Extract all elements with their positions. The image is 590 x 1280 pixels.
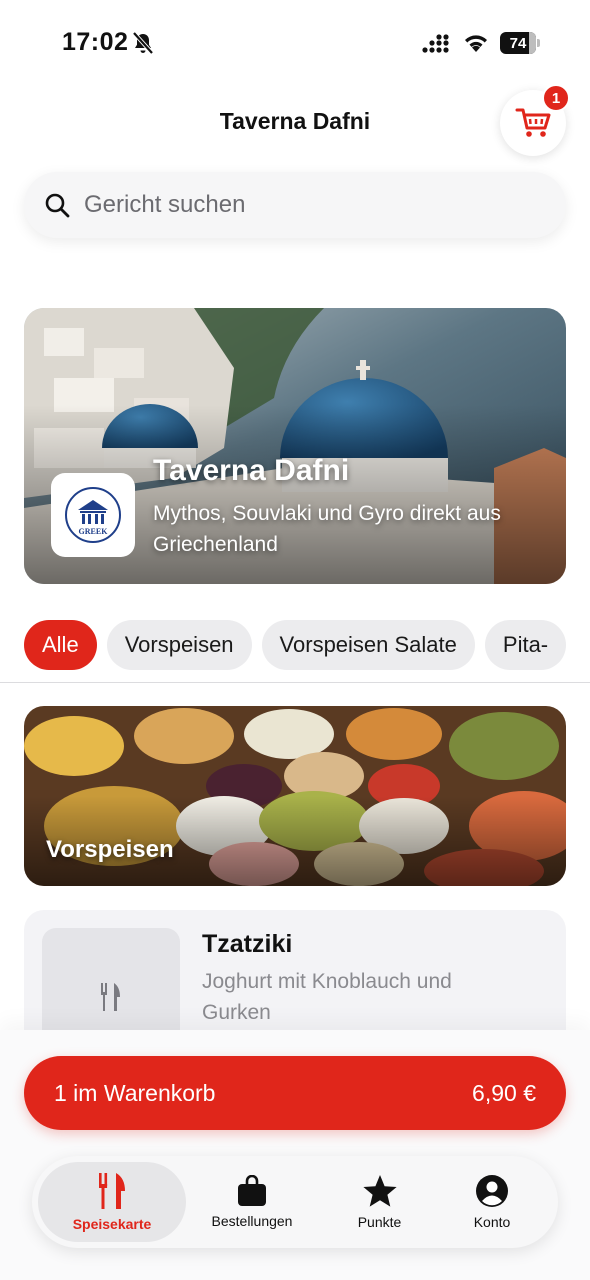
category-chip-vorspeisen-salate[interactable]: Vorspeisen Salate (261, 620, 475, 670)
tab-label: Bestellungen (211, 1213, 293, 1229)
tab-speisekarte[interactable]: Speisekarte (38, 1162, 186, 1242)
bell-muted-icon (132, 31, 154, 55)
tab-label: Speisekarte (72, 1216, 152, 1232)
svg-text:GREEK: GREEK (79, 527, 109, 536)
divider (0, 682, 590, 683)
greek-logo-icon: GREEK (65, 487, 121, 543)
tab-konto[interactable]: Konto (442, 1162, 542, 1242)
hero-title: Taverna Dafni (153, 454, 350, 487)
status-bar: 17:02 74 (0, 0, 590, 88)
bag-icon (238, 1175, 266, 1206)
tab-bestellungen[interactable]: Bestellungen (192, 1162, 312, 1242)
cart-bar-label: 1 im Warenkorb (54, 1079, 216, 1106)
product-description: Joghurt mit Knoblauch und Gurken (202, 970, 452, 1024)
tab-label: Punkte (357, 1214, 402, 1230)
fork-knife-icon (99, 1173, 125, 1209)
section-banner-vorspeisen[interactable]: Vorspeisen (24, 706, 566, 886)
fork-knife-icon (101, 983, 120, 1011)
restaurant-hero-banner: GREEK Taverna Dafni Mythos, Souvlaki und… (24, 308, 566, 584)
battery-indicator: 74 (500, 32, 540, 54)
bottom-tab-bar: Speisekarte Bestellungen Punkte Konto (32, 1156, 558, 1248)
account-icon (476, 1175, 508, 1207)
cart-bar-total: 6,90 € (472, 1079, 536, 1106)
signal-icon (422, 34, 449, 53)
battery-level: 74 (509, 34, 527, 52)
star-icon (362, 1175, 397, 1207)
wifi-icon (465, 35, 487, 52)
category-chip-alle[interactable]: Alle (24, 620, 97, 670)
product-name: Tzatziki (202, 930, 293, 958)
category-chip-pita[interactable]: Pita- (484, 620, 567, 670)
search-input[interactable] (84, 191, 504, 219)
category-chip-vorspeisen[interactable]: Vorspeisen (106, 620, 252, 670)
status-time: 17:02 (62, 28, 129, 56)
restaurant-logo: GREEK (51, 473, 135, 557)
cart-icon (515, 108, 551, 137)
section-title: Vorspeisen (46, 836, 174, 863)
search-bar[interactable] (24, 172, 566, 238)
cart-count-badge: 1 (542, 84, 570, 112)
view-cart-button[interactable]: 1 im Warenkorb 6,90 € (24, 1056, 566, 1130)
category-chips: Alle Vorspeisen Vorspeisen Salate Pita- (24, 620, 590, 672)
tab-punkte[interactable]: Punkte (322, 1162, 437, 1242)
hero-subtitle: Mythos, Souvlaki und Gyro direkt aus Gri… (153, 502, 501, 556)
search-icon (45, 193, 70, 218)
tab-label: Konto (473, 1214, 511, 1230)
